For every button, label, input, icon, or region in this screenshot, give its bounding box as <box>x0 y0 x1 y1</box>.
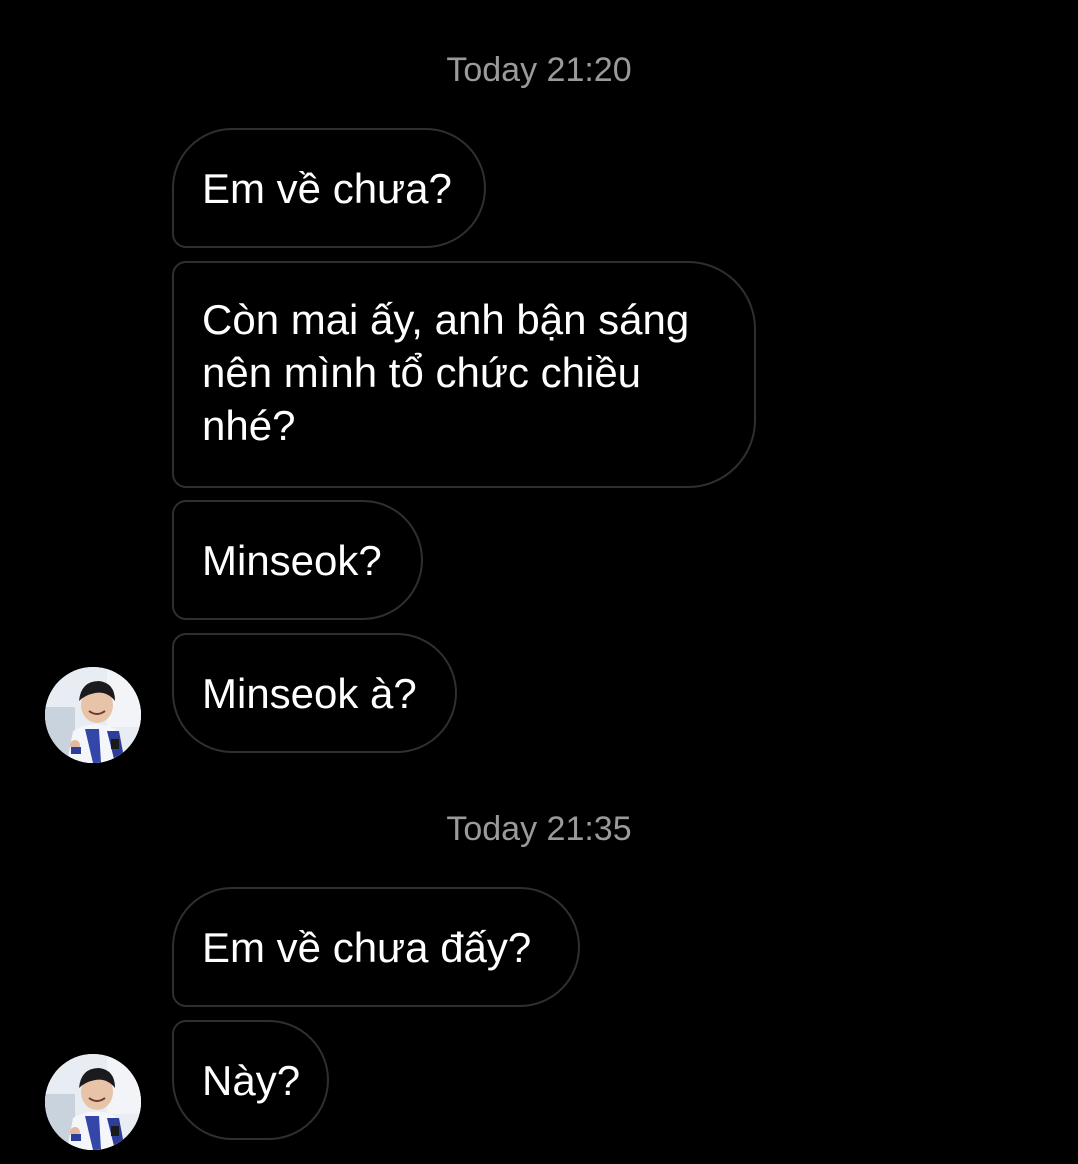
message-bubble-incoming[interactable]: Em về chưa? <box>172 128 486 248</box>
message-bubble-incoming[interactable]: Còn mai ấy, anh bận sáng nên mình tổ chứ… <box>172 261 756 488</box>
avatar-photo-icon <box>45 1054 141 1150</box>
message-bubble-incoming[interactable]: Minseok? <box>172 500 423 620</box>
avatar-photo-icon <box>45 667 141 763</box>
message-bubble-incoming[interactable]: Này? <box>172 1020 329 1140</box>
message-bubble-incoming[interactable]: Minseok à? <box>172 633 457 753</box>
timestamp-divider: Today 21:20 <box>446 51 632 89</box>
message-bubble-incoming[interactable]: Em về chưa đấy? <box>172 887 580 1007</box>
sender-avatar[interactable] <box>45 1054 141 1150</box>
sender-avatar[interactable] <box>45 667 141 763</box>
timestamp-divider: Today 21:35 <box>446 810 632 848</box>
